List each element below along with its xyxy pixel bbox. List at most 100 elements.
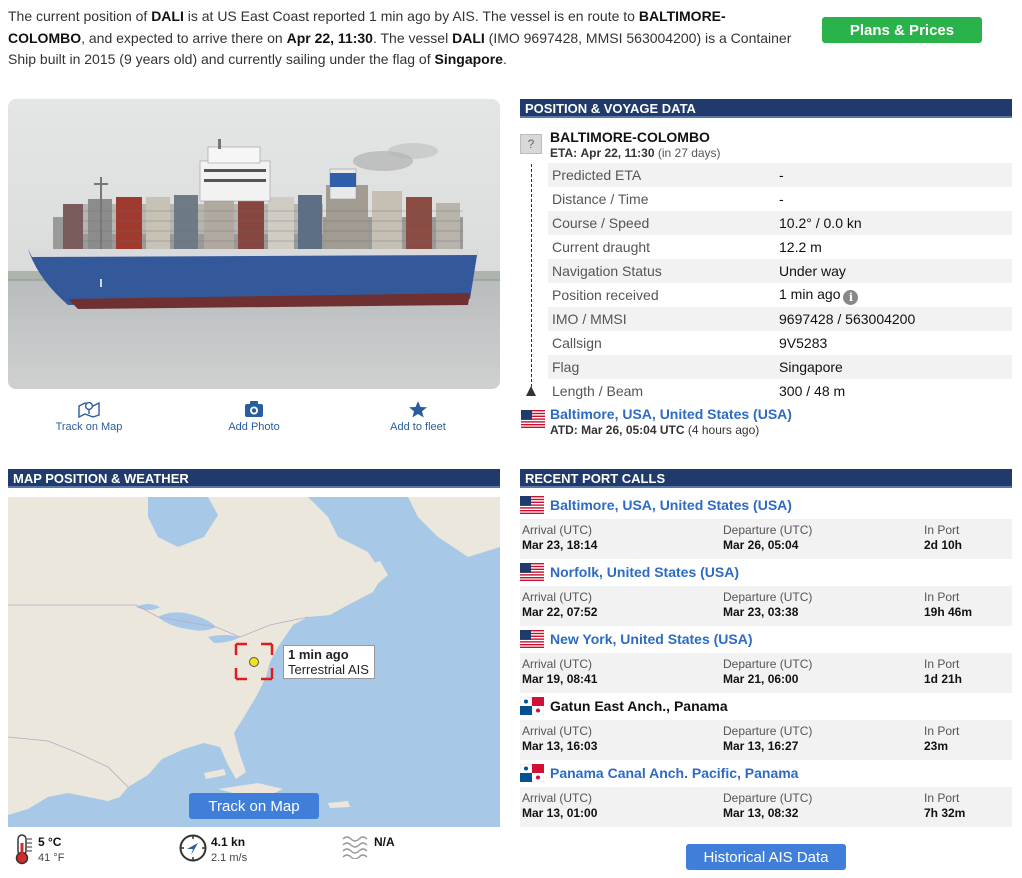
port-call-link[interactable]: Baltimore, USA, United States (USA): [550, 497, 792, 513]
eta-value: Apr 22, 11:30: [580, 146, 655, 160]
add-photo-link[interactable]: Add Photo: [194, 400, 314, 433]
weather-temperature: 5 °C 41 °F: [12, 833, 162, 873]
voyage-table: Predicted ETA - Distance / Time - Course /…: [548, 163, 1012, 403]
departure-value: Mar 13, 08:32: [723, 806, 799, 820]
route-line: [531, 164, 532, 392]
photo-actions: Track on Map Add Photo Add to fleet: [8, 400, 500, 440]
vessel-photo[interactable]: [8, 99, 500, 389]
row-value: 300 / 48 m: [779, 383, 846, 399]
add-to-fleet-label: Add to fleet: [390, 421, 446, 433]
port-call-row: Arrival (UTC) Mar 13, 01:00 Departure (UT…: [520, 787, 1012, 827]
departure-label: Departure (UTC): [723, 724, 813, 738]
map-track-button[interactable]: Track on Map: [189, 793, 319, 819]
eta-text: Apr 22, 11:30: [286, 29, 373, 46]
departure-value: Mar 21, 06:00: [723, 672, 799, 686]
arrival-label: Arrival (UTC): [522, 523, 592, 537]
departure-value: Mar 23, 03:38: [723, 605, 799, 619]
row-label: Position received: [552, 287, 659, 303]
usa-flag-icon: [520, 563, 544, 581]
departure-label: Departure (UTC): [723, 523, 813, 537]
row-value: Under way: [779, 263, 846, 279]
row-value: 9V5283: [779, 335, 828, 351]
unknown-flag-icon: ?: [520, 134, 542, 154]
track-on-map-label: Track on Map: [55, 421, 123, 433]
row-value: 12.2 m: [779, 239, 822, 255]
in-port-value: 1d 21h: [924, 672, 963, 686]
map-canvas: [8, 497, 500, 827]
in-port-value: 7h 32m: [924, 806, 966, 820]
wind-knots: 4.1 kn: [211, 835, 246, 849]
row-value: -: [779, 191, 784, 207]
row-value: -: [779, 167, 784, 183]
voyage-eta: ETA: Apr 22, 11:30 (in 27 days): [550, 146, 721, 160]
port-call-title: Gatun East Anch., Panama: [520, 694, 728, 718]
departure-label: Departure (UTC): [723, 791, 813, 805]
thermometer-icon: [15, 834, 32, 865]
historical-ais-data-button[interactable]: Historical AIS Data: [686, 844, 846, 870]
vessel-name: DALI: [452, 29, 485, 46]
weather-waves: N/A: [342, 833, 462, 873]
usa-flag-icon: [521, 410, 545, 428]
row-label: Length / Beam: [552, 383, 644, 399]
summary-text: is at US East Coast reported 1 min ago b…: [183, 8, 639, 24]
row-label: Course / Speed: [552, 215, 650, 231]
position-source: Terrestrial AIS: [288, 662, 369, 677]
port-call-link[interactable]: Norfolk, United States (USA): [550, 564, 739, 580]
row-label: Navigation Status: [552, 263, 662, 279]
star-icon: [409, 401, 427, 418]
row-label: Distance / Time: [552, 191, 649, 207]
arrival-label: Arrival (UTC): [522, 791, 592, 805]
row-value-text: 1 min ago: [779, 285, 841, 302]
port-call-row: Arrival (UTC) Mar 23, 18:14 Departure (UT…: [520, 519, 1012, 559]
add-to-fleet-link[interactable]: Add to fleet: [358, 400, 478, 433]
wind-ms: 2.1 m/s: [211, 852, 248, 864]
voyage-row-nav-status: Navigation Status Under way: [548, 259, 1012, 283]
in-port-label: In Port: [924, 523, 960, 537]
wind-compass-icon: [179, 834, 207, 862]
route-arrow-icon: [526, 386, 536, 396]
port-call-link[interactable]: New York, United States (USA): [550, 631, 753, 647]
map-pin-icon: [78, 401, 100, 418]
vessel-summary: The current position of DALI is at US Ea…: [8, 6, 798, 71]
in-port-value: 19h 46m: [924, 605, 973, 619]
voyage-section-header: POSITION & VOYAGE DATA: [520, 99, 1012, 118]
track-on-map-link[interactable]: Track on Map: [29, 400, 149, 433]
in-port-label: In Port: [924, 657, 960, 671]
add-photo-label: Add Photo: [228, 421, 280, 433]
arrival-value: Mar 13, 01:00: [522, 806, 598, 820]
info-icon[interactable]: i: [843, 289, 859, 305]
plans-prices-button[interactable]: Plans & Prices: [822, 17, 982, 43]
map-section-header: MAP POSITION & WEATHER: [8, 469, 500, 488]
flag-name: Singapore: [434, 51, 503, 67]
departure-label: Departure (UTC): [723, 657, 813, 671]
voyage-row-flag: Flag Singapore: [548, 355, 1012, 379]
voyage-row-distance-time: Distance / Time -: [548, 187, 1012, 211]
arrival-value: Mar 13, 16:03: [522, 739, 598, 753]
departure-value: Mar 26, 05:04: [723, 538, 799, 552]
vessel-position-map[interactable]: 1 min ago Terrestrial AIS Track on Map: [8, 497, 500, 827]
container-ship-image: [8, 99, 500, 389]
arrival-label: Arrival (UTC): [522, 724, 592, 738]
arrival-value: Mar 23, 18:14: [522, 538, 598, 552]
voyage-row-draught: Current draught 12.2 m: [548, 235, 1012, 259]
in-port-label: In Port: [924, 590, 960, 604]
departure-port-link[interactable]: Baltimore, USA, United States (USA): [550, 406, 792, 422]
in-port-value: 2d 10h: [924, 538, 963, 552]
arrival-value: Mar 22, 07:52: [522, 605, 598, 619]
voyage-row-callsign: Callsign 9V5283: [548, 331, 1012, 355]
in-port-value: 23m: [924, 739, 949, 753]
departure-atd: ATD: Mar 26, 05:04 UTC (4 hours ago): [550, 423, 759, 437]
summary-text: .: [502, 51, 507, 67]
port-call-link[interactable]: Panama Canal Anch. Pacific, Panama: [550, 765, 798, 781]
in-port-label: In Port: [924, 724, 960, 738]
eta-label: ETA:: [550, 146, 578, 160]
camera-icon: [245, 401, 263, 417]
panama-flag-icon: [520, 764, 544, 782]
atd-relative: (4 hours ago): [687, 423, 760, 437]
usa-flag-icon: [520, 630, 544, 648]
arrival-label: Arrival (UTC): [522, 657, 592, 671]
row-label: Flag: [552, 359, 580, 375]
summary-text: . The vessel: [372, 29, 453, 46]
departure-value: Mar 13, 16:27: [723, 739, 799, 753]
position-popup: 1 min ago Terrestrial AIS: [283, 645, 375, 679]
